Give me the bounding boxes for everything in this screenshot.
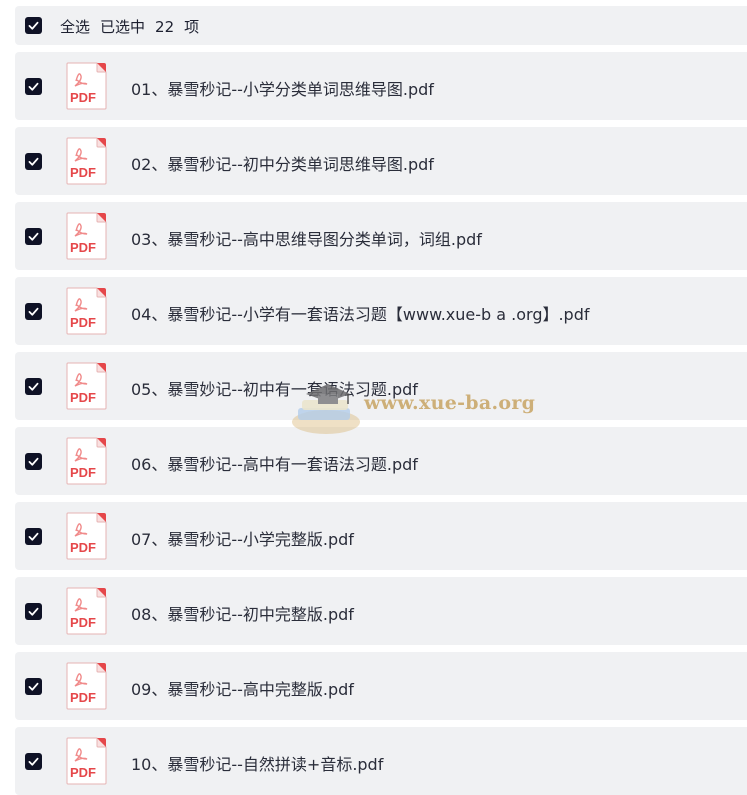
select-all-bar: 全选 已选中 22 项 bbox=[15, 6, 747, 45]
file-name: 05、暴雪妙记--初中有一套语法习题.pdf bbox=[131, 380, 418, 399]
file-checkbox[interactable] bbox=[25, 528, 42, 545]
file-checkbox[interactable] bbox=[25, 78, 42, 95]
pdf-file-icon: PDF bbox=[66, 137, 107, 185]
svg-text:PDF: PDF bbox=[70, 690, 96, 705]
file-checkbox[interactable] bbox=[25, 378, 42, 395]
check-icon bbox=[28, 82, 39, 91]
pdf-file-icon: PDF bbox=[66, 737, 107, 785]
svg-text:PDF: PDF bbox=[70, 465, 96, 480]
file-checkbox[interactable] bbox=[25, 228, 42, 245]
file-checkbox[interactable] bbox=[25, 453, 42, 470]
file-name: 10、暴雪秒记--自然拼读+音标.pdf bbox=[131, 755, 384, 774]
check-icon bbox=[28, 232, 39, 241]
file-name: 01、暴雪秒记--小学分类单词思维导图.pdf bbox=[131, 80, 434, 99]
check-icon bbox=[28, 382, 39, 391]
select-all-label[interactable]: 全选 bbox=[60, 18, 90, 36]
pdf-file-icon: PDF bbox=[66, 587, 107, 635]
file-row[interactable]: PDF 10、暴雪秒记--自然拼读+音标.pdf bbox=[15, 727, 747, 795]
svg-text:PDF: PDF bbox=[70, 615, 96, 630]
file-row[interactable]: PDF 03、暴雪秒记--高中思维导图分类单词，词组.pdf bbox=[15, 202, 747, 270]
file-name: 09、暴雪秒记--高中完整版.pdf bbox=[131, 680, 354, 699]
svg-text:PDF: PDF bbox=[70, 315, 96, 330]
check-icon bbox=[28, 457, 39, 466]
file-checkbox[interactable] bbox=[25, 753, 42, 770]
svg-text:PDF: PDF bbox=[70, 240, 96, 255]
file-row[interactable]: PDF 02、暴雪秒记--初中分类单词思维导图.pdf bbox=[15, 127, 747, 195]
file-name: 02、暴雪秒记--初中分类单词思维导图.pdf bbox=[131, 155, 434, 174]
pdf-file-icon: PDF bbox=[66, 362, 107, 410]
check-icon bbox=[28, 307, 39, 316]
selected-prefix: 已选中 bbox=[100, 18, 146, 36]
check-icon bbox=[28, 757, 39, 766]
file-name: 03、暴雪秒记--高中思维导图分类单词，词组.pdf bbox=[131, 230, 482, 249]
pdf-file-icon: PDF bbox=[66, 287, 107, 335]
svg-text:PDF: PDF bbox=[70, 90, 96, 105]
file-checkbox[interactable] bbox=[25, 303, 42, 320]
check-icon bbox=[28, 682, 39, 691]
pdf-file-icon: PDF bbox=[66, 437, 107, 485]
selected-count: 22 bbox=[155, 18, 175, 36]
file-row[interactable]: PDF 08、暴雪秒记--初中完整版.pdf bbox=[15, 577, 747, 645]
check-icon bbox=[28, 532, 39, 541]
svg-text:PDF: PDF bbox=[70, 390, 96, 405]
svg-text:PDF: PDF bbox=[70, 765, 96, 780]
pdf-file-icon: PDF bbox=[66, 512, 107, 560]
file-name: 04、暴雪秒记--小学有一套语法习题【www.xue-b a .org】.pdf bbox=[131, 305, 590, 324]
selected-suffix: 项 bbox=[184, 18, 200, 36]
file-row[interactable]: PDF 01、暴雪秒记--小学分类单词思维导图.pdf bbox=[15, 52, 747, 120]
svg-text:PDF: PDF bbox=[70, 540, 96, 555]
file-row[interactable]: PDF 04、暴雪秒记--小学有一套语法习题【www.xue-b a .org】.… bbox=[15, 277, 747, 345]
selection-summary: 全选 已选中 22 项 bbox=[60, 16, 209, 37]
file-row[interactable]: PDF 07、暴雪秒记--小学完整版.pdf bbox=[15, 502, 747, 570]
file-checkbox[interactable] bbox=[25, 678, 42, 695]
file-checkbox[interactable] bbox=[25, 603, 42, 620]
file-name: 07、暴雪秒记--小学完整版.pdf bbox=[131, 530, 354, 549]
pdf-file-icon: PDF bbox=[66, 212, 107, 260]
select-all-checkbox[interactable] bbox=[25, 17, 42, 34]
check-icon bbox=[28, 607, 39, 616]
check-icon bbox=[28, 21, 39, 30]
check-icon bbox=[28, 157, 39, 166]
svg-text:PDF: PDF bbox=[70, 165, 96, 180]
file-checkbox[interactable] bbox=[25, 153, 42, 170]
file-name: 06、暴雪秒记--高中有一套语法习题.pdf bbox=[131, 455, 418, 474]
file-row[interactable]: PDF 06、暴雪秒记--高中有一套语法习题.pdf bbox=[15, 427, 747, 495]
file-name: 08、暴雪秒记--初中完整版.pdf bbox=[131, 605, 354, 624]
file-row[interactable]: PDF 09、暴雪秒记--高中完整版.pdf bbox=[15, 652, 747, 720]
pdf-file-icon: PDF bbox=[66, 62, 107, 110]
file-row[interactable]: PDF 05、暴雪妙记--初中有一套语法习题.pdf bbox=[15, 352, 747, 420]
pdf-file-icon: PDF bbox=[66, 662, 107, 710]
